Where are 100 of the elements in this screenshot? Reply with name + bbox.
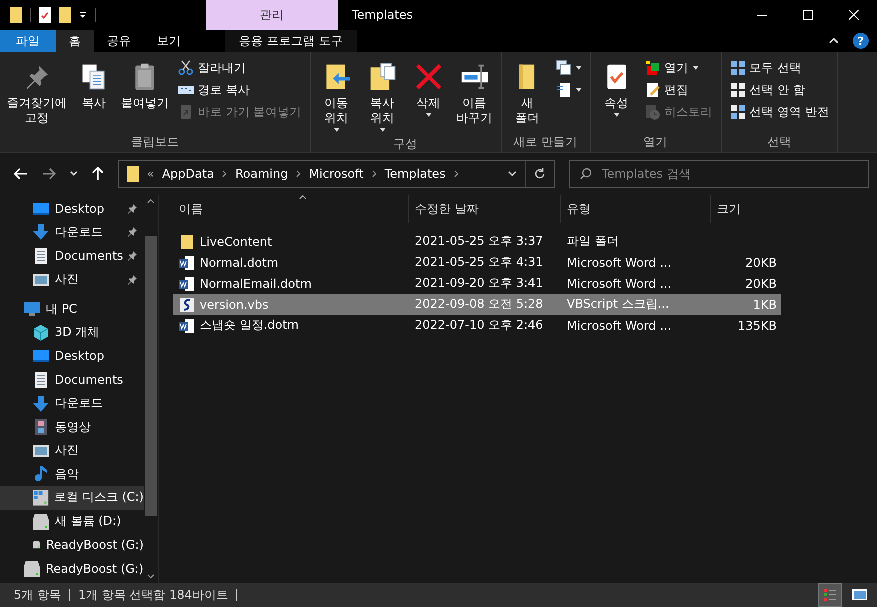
ribbon-button[interactable]: 복사 <box>72 56 116 132</box>
scroll-up-icon[interactable] <box>147 199 155 204</box>
ribbon-button[interactable]: 속성 <box>594 56 639 132</box>
open-icon <box>644 60 661 76</box>
context-tab-header: 관리 <box>206 0 338 30</box>
ribbon-button[interactable]: 복사 위치 <box>360 56 405 134</box>
clock-icon <box>644 104 661 120</box>
chevron-icon[interactable] <box>454 170 459 178</box>
navigation-item[interactable]: 동영상 <box>0 415 144 439</box>
ribbon-button[interactable]: 열기 <box>642 58 715 78</box>
size-cell: 135KB <box>738 318 777 332</box>
minimize-icon <box>757 14 767 16</box>
breadcrumb[interactable]: Microsoft <box>309 167 364 181</box>
refresh-icon[interactable] <box>534 168 546 180</box>
forward-icon[interactable] <box>42 168 56 180</box>
dropdown-icon[interactable] <box>79 11 87 19</box>
ribbon-button[interactable] <box>554 58 584 78</box>
scroll-down-icon[interactable] <box>147 574 155 579</box>
breadcrumb[interactable]: Templates <box>384 167 446 181</box>
document-icon <box>556 82 572 98</box>
file-row[interactable]: Normal.dotm 2021-05-25 오후 4:31 Microsoft Word ... 20KB <box>173 252 781 273</box>
breadcrumb[interactable]: AppData <box>162 167 214 181</box>
drive-icon <box>33 490 49 506</box>
drive-icon <box>24 560 40 577</box>
desktop-icon <box>33 200 49 217</box>
word-document-icon <box>179 318 195 334</box>
file-name: Normal.dotm <box>200 256 279 270</box>
column-header[interactable]: 유형 <box>561 195 711 223</box>
navigation-item[interactable]: 사진 <box>0 438 144 463</box>
navigation-item[interactable]: 사진 <box>0 268 144 292</box>
details-view-button[interactable] <box>819 584 841 606</box>
chevron-icon[interactable] <box>222 170 228 178</box>
breadcrumb[interactable]: Roaming <box>235 167 288 181</box>
chevron-icon[interactable] <box>372 170 377 178</box>
rename-icon <box>460 62 490 92</box>
up-icon[interactable] <box>92 167 104 181</box>
ribbon-button[interactable]: 이름 바꾸기 <box>452 56 497 134</box>
ribbon-tab[interactable]: 홈 <box>56 30 94 52</box>
ribbon-button[interactable]: 선택 안 함 <box>728 80 832 100</box>
pin-icon[interactable] <box>127 204 137 214</box>
ribbon-tab[interactable]: 보기 <box>144 30 194 52</box>
back-icon[interactable] <box>14 168 28 180</box>
navigation-item[interactable]: Desktop <box>0 344 144 368</box>
pin-icon[interactable] <box>127 227 137 238</box>
ribbon-tab[interactable]: 공유 <box>94 30 144 52</box>
music-note-icon <box>33 466 49 482</box>
scrollbar-thumb[interactable] <box>145 236 157 516</box>
ribbon-group-label: 새로 만들기 <box>514 135 578 149</box>
date-cell: 2021-05-25 오후 3:37 <box>415 233 544 250</box>
ribbon-button[interactable]: 새 폴더 <box>506 56 550 132</box>
ribbon-tab[interactable]: 응용 프로그램 도구 <box>225 30 357 52</box>
navigation-item[interactable]: ReadyBoost (G:) <box>0 556 144 580</box>
search-field[interactable]: Templates 검색 <box>569 160 869 188</box>
pin-icon[interactable] <box>127 274 137 285</box>
date-cell: 2021-09-20 오후 3:41 <box>415 275 544 292</box>
selection-info: 1개 항목 선택함 184바이트 <box>78 586 228 604</box>
type-cell: VBScript 스크립... <box>567 296 670 313</box>
ribbon-button[interactable]: 편집 <box>642 80 715 100</box>
navigation-item[interactable]: 로컬 디스크 (C:) <box>0 486 144 510</box>
navigation-item[interactable]: 음악 <box>0 462 144 486</box>
column-header[interactable]: 수정한 날짜 <box>409 195 561 223</box>
file-row[interactable]: NormalEmail.dotm 2021-09-20 오후 3:41 Microsoft Word ... 20KB <box>173 273 781 294</box>
column-header[interactable]: 이름 <box>173 195 409 223</box>
navigation-item[interactable]: Documents <box>0 368 144 392</box>
navigation-item[interactable]: Desktop <box>0 197 144 221</box>
window-title: Templates <box>352 8 414 22</box>
navigation-item[interactable]: 다운로드 <box>0 392 144 416</box>
word-document-icon <box>179 254 195 270</box>
ribbon-button[interactable]: 즐겨찾기에 고정 <box>4 56 70 132</box>
navigation-item[interactable]: 3D 개체 <box>0 320 144 345</box>
search-input[interactable]: Templates 검색 <box>600 166 844 182</box>
file-row[interactable]: LiveContent 2021-05-25 오후 3:37 파일 폴더 <box>173 231 781 252</box>
ribbon-button[interactable]: 삭제 <box>406 56 451 134</box>
pin-icon[interactable] <box>127 250 137 261</box>
film-icon <box>33 419 49 436</box>
checkmark-document-icon[interactable] <box>39 7 51 23</box>
column-header[interactable]: 크기 <box>711 195 781 223</box>
size-cell: 1KB <box>753 298 777 312</box>
chevron-icon[interactable] <box>296 170 302 178</box>
ribbon-button[interactable]: 잘라내기 <box>176 58 304 78</box>
recent-locations-icon[interactable] <box>70 171 78 177</box>
folder-icon <box>127 166 139 182</box>
navigation-item[interactable]: 새 볼륨 (D:) <box>0 510 144 534</box>
navigation-item[interactable]: ReadyBoost (G:) <box>0 533 144 557</box>
dropdown-icon[interactable] <box>508 171 517 177</box>
file-row[interactable]: 스냅숏 일정.dotm 2022-07-10 오후 2:46 Microsoft Word ... 135KB <box>173 315 781 336</box>
collapse-ribbon-icon[interactable] <box>829 38 839 44</box>
navigation-item[interactable]: 다운로드 <box>0 220 144 244</box>
ribbon-button[interactable]: 경로 복사 <box>176 80 304 100</box>
file-row[interactable]: version.vbs 2022-09-08 오전 5:28 VBScript 스크립... 1KB <box>173 294 781 315</box>
ribbon-button[interactable]: 이동 위치 <box>314 56 359 134</box>
ribbon-tab[interactable]: 파일 <box>0 30 56 52</box>
grid-icon <box>730 60 746 76</box>
overflow-chevron[interactable]: « <box>147 167 154 181</box>
navigation-item[interactable]: 내 PC <box>0 297 144 321</box>
ribbon-button[interactable]: 선택 영역 반전 <box>728 102 832 122</box>
ribbon-button[interactable]: 붙여넣기 <box>118 56 172 132</box>
help-button[interactable]: ? <box>853 33 869 49</box>
ribbon-button[interactable]: 모두 선택 <box>728 58 832 78</box>
navigation-item[interactable]: Documents <box>0 244 144 268</box>
